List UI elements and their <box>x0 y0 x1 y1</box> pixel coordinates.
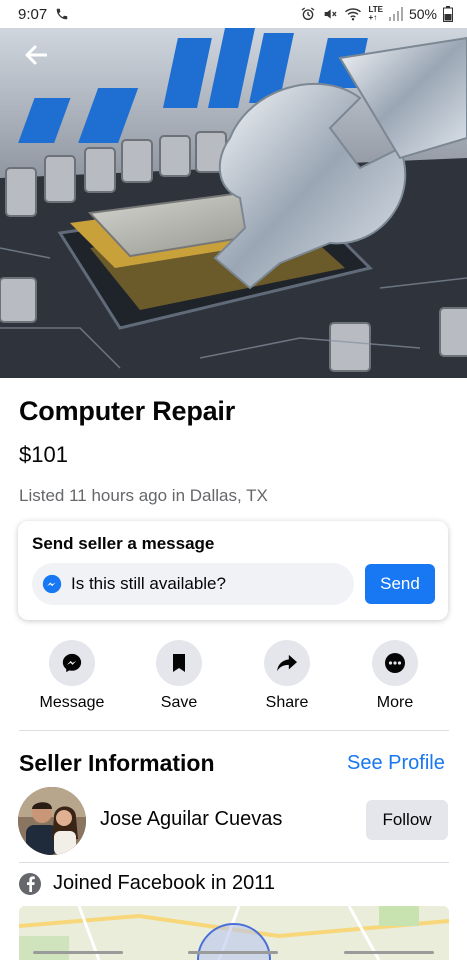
bookmark-icon <box>173 654 185 672</box>
wifi-icon <box>344 6 362 22</box>
facebook-icon <box>19 872 41 895</box>
nav-pill <box>344 950 435 954</box>
send-button[interactable]: Send <box>365 564 435 604</box>
network-type-bottom: +↑ <box>368 13 378 22</box>
more-action-label: More <box>376 694 414 711</box>
share-action-label: Share <box>265 694 309 711</box>
save-action-circle <box>156 640 202 686</box>
network-type: LTE +↑ <box>368 6 383 22</box>
follow-button[interactable]: Follow <box>366 800 448 840</box>
computer-repair-photo-icon <box>0 28 467 378</box>
message-seller-card: Send seller a message Is this still avai… <box>18 521 448 620</box>
listing-title: Computer Repair <box>19 396 236 426</box>
messenger-icon <box>42 574 62 594</box>
see-profile-link[interactable]: See Profile <box>347 752 445 775</box>
alarm-icon <box>300 6 316 22</box>
signal-icon <box>388 7 403 21</box>
joined-facebook-text: Joined Facebook in 2011 <box>53 872 276 894</box>
nav-pill <box>32 950 123 954</box>
message-card-title: Send seller a message <box>32 534 215 553</box>
back-arrow-icon <box>25 45 47 65</box>
mute-icon <box>322 6 338 22</box>
message-input[interactable]: Is this still available? <box>32 563 354 605</box>
status-bar: 9:07 LTE +↑ 50% <box>0 0 467 28</box>
message-action-label: Message <box>39 694 105 711</box>
more-dots-icon <box>385 653 405 673</box>
share-action-circle <box>264 640 310 686</box>
divider <box>19 862 449 863</box>
battery-percent: 50% <box>408 6 437 22</box>
nav-pill <box>188 950 279 954</box>
battery-icon <box>443 6 453 22</box>
listing-price: $101 <box>19 442 68 467</box>
divider <box>19 730 449 731</box>
seller-info-heading: Seller Information <box>19 750 215 776</box>
seller-name[interactable]: Jose Aguilar Cuevas <box>100 808 282 831</box>
joined-facebook-row: Joined Facebook in 2011 <box>19 872 275 895</box>
avatar-photo-icon <box>18 787 86 855</box>
phone-icon <box>55 7 69 21</box>
more-action-circle <box>372 640 418 686</box>
more-action-button[interactable]: More <box>350 640 440 712</box>
message-input-value: Is this still available? <box>71 574 226 593</box>
message-action-button[interactable]: Message <box>27 640 117 712</box>
status-right: LTE +↑ 50% <box>300 6 453 22</box>
share-action-button[interactable]: Share <box>242 640 332 712</box>
status-left: 9:07 <box>18 6 69 23</box>
message-action-circle <box>49 640 95 686</box>
save-action-label: Save <box>160 694 198 711</box>
messenger-icon <box>62 653 82 673</box>
share-arrow-icon <box>277 654 297 672</box>
listing-photo[interactable] <box>0 28 467 378</box>
seller-avatar[interactable] <box>18 787 86 855</box>
system-nav-bar <box>0 944 467 960</box>
back-button[interactable] <box>14 40 58 70</box>
listing-meta: Listed 11 hours ago in Dallas, TX <box>19 486 268 505</box>
save-action-button[interactable]: Save <box>134 640 224 712</box>
listing-actions: Message Save Share More <box>0 640 467 716</box>
status-time: 9:07 <box>18 5 48 23</box>
